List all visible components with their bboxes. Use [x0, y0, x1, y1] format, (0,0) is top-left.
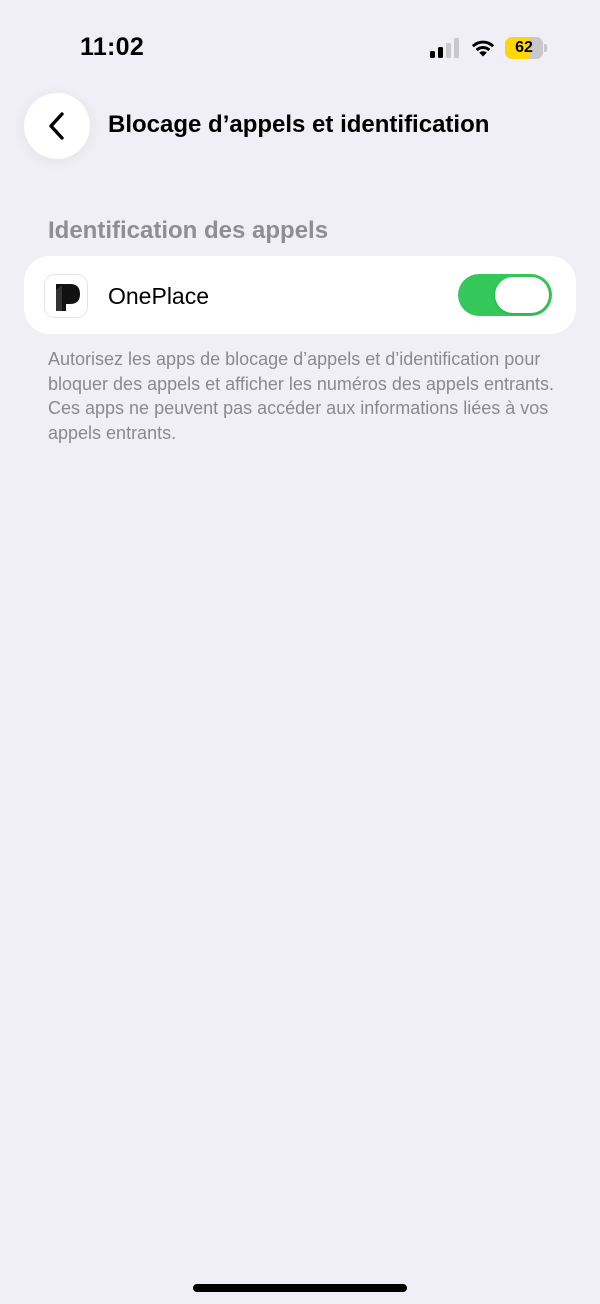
status-time: 11:02 — [80, 33, 145, 61]
oneplace-toggle[interactable] — [458, 274, 552, 316]
oneplace-app-icon — [44, 274, 88, 318]
app-row-oneplace: OnePlace — [24, 256, 576, 334]
battery-cap — [544, 44, 547, 52]
status-bar: 11:02 62 — [0, 0, 600, 96]
wifi-icon — [471, 40, 495, 57]
home-indicator[interactable] — [193, 1284, 407, 1292]
chevron-left-icon — [49, 112, 64, 140]
battery-icon: 62 — [505, 37, 547, 59]
section-footer: Autorisez les apps de blocage d’appels e… — [48, 349, 554, 443]
battery-level: 62 — [515, 39, 533, 56]
cellular-signal-icon — [430, 38, 459, 58]
page-title: Blocage d’appels et identification — [108, 111, 490, 138]
toggle-knob — [495, 277, 549, 313]
app-name: OnePlace — [108, 283, 210, 309]
back-button[interactable] — [24, 93, 90, 159]
section-header: Identification des appels — [48, 217, 329, 244]
